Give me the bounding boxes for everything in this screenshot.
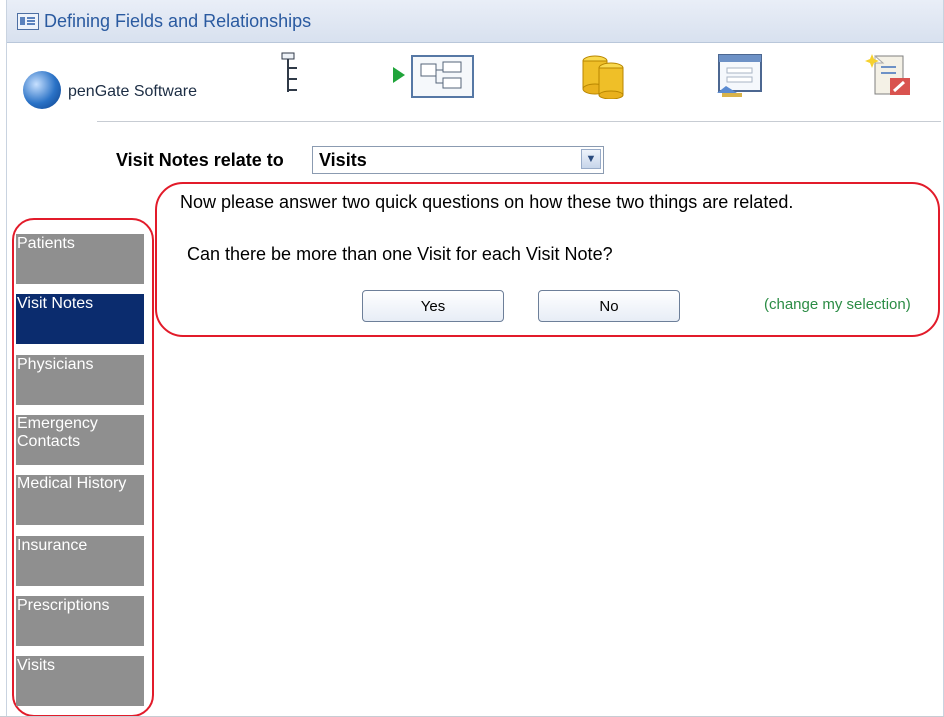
sidebar-item-medical-history[interactable]: Medical History — [16, 475, 144, 525]
sidebar-item-label: Emergency Contacts — [17, 415, 98, 450]
sidebar-item-label: Patients — [17, 235, 75, 252]
sidebar-item-patients[interactable]: Patients — [16, 234, 144, 284]
sidebar-item-label: Visit Notes — [17, 295, 94, 312]
opengate-logo: penGate Software — [23, 71, 263, 111]
fields-tree-icon[interactable] — [269, 51, 311, 99]
logo-text: penGate Software — [68, 83, 197, 100]
form-icon[interactable] — [713, 51, 767, 99]
sidebar-item-emergency-contacts[interactable]: Emergency Contacts — [16, 415, 144, 465]
related-entity-select[interactable]: Visits ▼ — [312, 146, 604, 174]
sidebar-item-prescriptions[interactable]: Prescriptions — [16, 596, 144, 646]
title-bar: Defining Fields and Relationships — [7, 0, 943, 43]
sidebar-item-visit-notes[interactable]: Visit Notes — [16, 294, 144, 344]
relationship-question: Can there be more than one Visit for eac… — [187, 244, 613, 264]
change-selection-link[interactable]: (change my selection) — [764, 296, 911, 313]
chevron-down-icon[interactable]: ▼ — [581, 149, 601, 169]
toolbar: penGate Software — [7, 43, 943, 121]
window-title: Defining Fields and Relationships — [44, 11, 312, 31]
toolbar-separator — [97, 121, 941, 122]
sidebar-item-label: Insurance — [17, 537, 88, 554]
sidebar-item-visits[interactable]: Visits — [16, 656, 144, 706]
database-icon[interactable] — [577, 51, 631, 99]
question-intro: Now please answer two quick questions on… — [180, 192, 794, 212]
sidebar-item-label: Medical History — [17, 475, 127, 492]
sidebar-item-label: Physicians — [17, 356, 94, 373]
report-icon[interactable] — [863, 51, 917, 99]
sidebar-item-insurance[interactable]: Insurance — [16, 536, 144, 586]
sidebar-item-label: Visits — [17, 657, 55, 674]
sidebar-item-label: Prescriptions — [17, 597, 110, 614]
sidebar-item-physicians[interactable]: Physicians — [16, 355, 144, 405]
relate-label: Visit Notes relate to — [116, 150, 284, 170]
opengate-logo-icon — [23, 71, 61, 109]
yes-button[interactable]: Yes — [362, 290, 504, 322]
relationships-icon[interactable] — [385, 51, 483, 99]
selected-entity: Visits — [319, 150, 367, 170]
no-button[interactable]: No — [538, 290, 680, 322]
window-form-icon — [17, 13, 39, 30]
